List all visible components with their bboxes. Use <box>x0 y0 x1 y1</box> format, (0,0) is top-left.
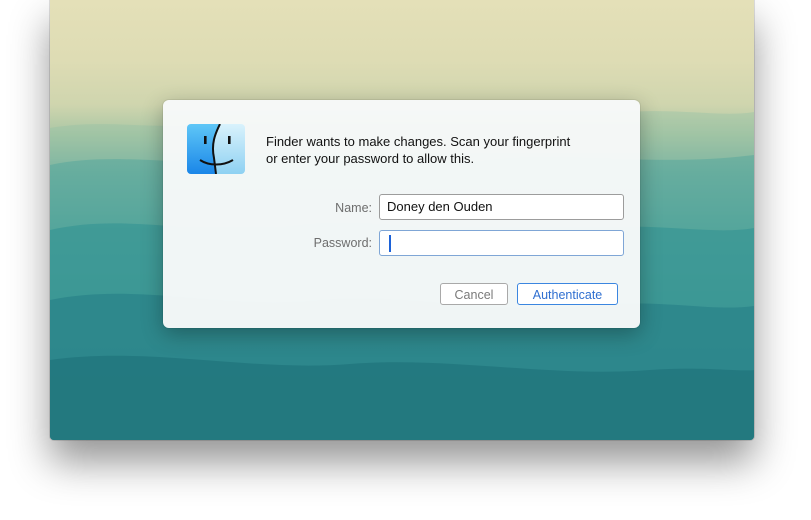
dialog-message: Finder wants to make changes. Scan your … <box>266 133 626 167</box>
dialog-message-line2: or enter your password to allow this. <box>266 151 475 166</box>
cancel-button[interactable]: Cancel <box>440 283 508 305</box>
password-field[interactable] <box>379 230 624 256</box>
name-field[interactable]: Doney den Ouden <box>379 194 624 220</box>
finder-icon <box>187 124 245 174</box>
name-label: Name: <box>335 201 372 215</box>
dialog-message-line1: Finder wants to make changes. Scan your … <box>266 134 571 149</box>
authenticate-button[interactable]: Authenticate <box>517 283 618 305</box>
password-label: Password: <box>313 236 372 250</box>
text-cursor <box>389 235 391 252</box>
authentication-dialog: Finder wants to make changes. Scan your … <box>163 100 640 328</box>
